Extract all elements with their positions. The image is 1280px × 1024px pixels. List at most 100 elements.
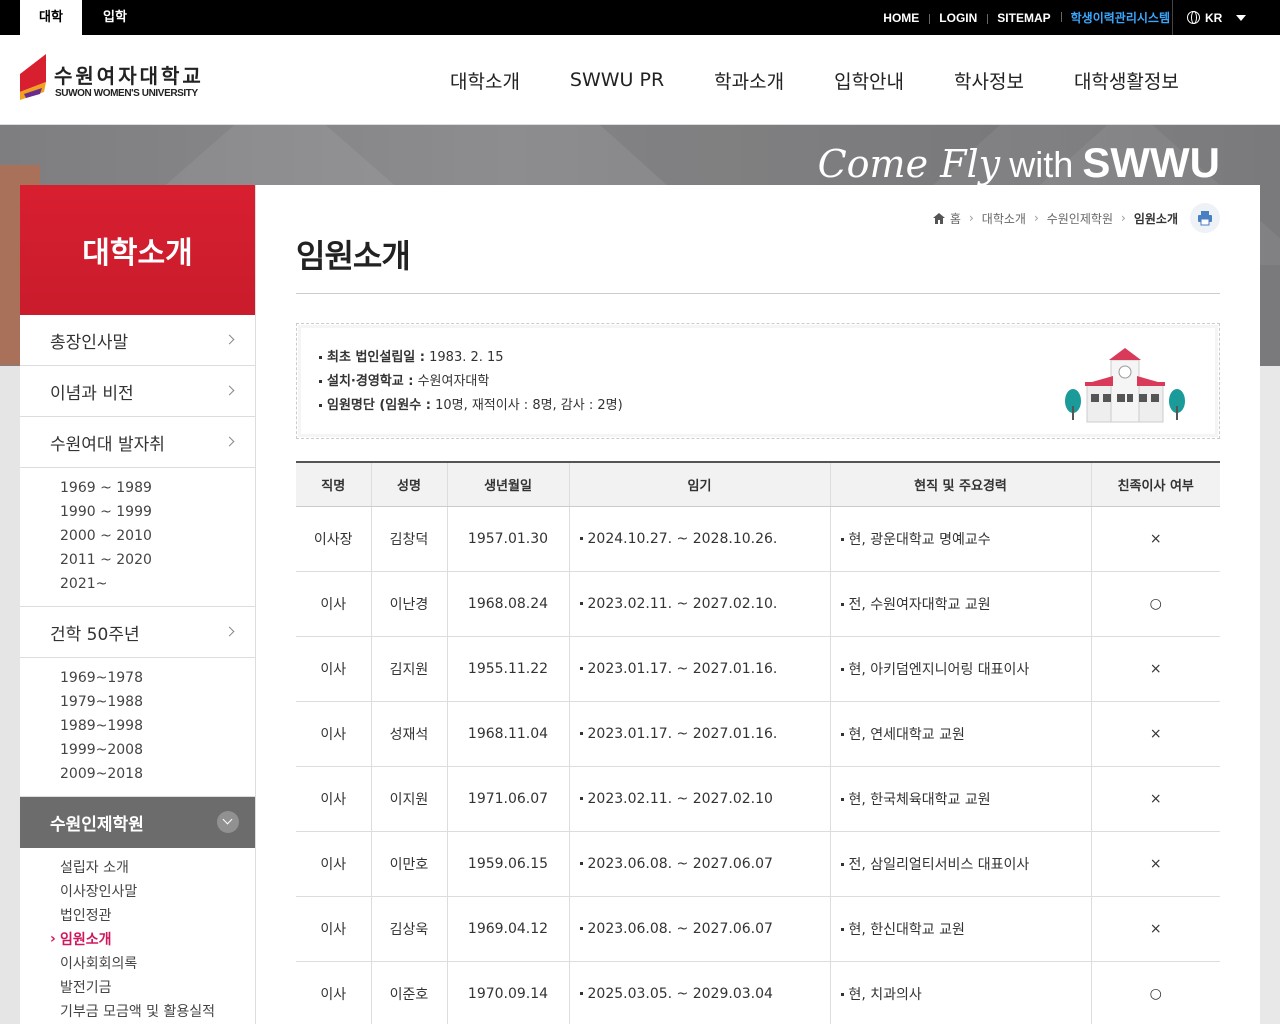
column-header: 성명 xyxy=(370,462,447,507)
career-cell: 전, 삼일리얼티서비스 대표이사 xyxy=(829,831,1091,897)
birthdate-cell: 1968.11.04 xyxy=(446,701,569,767)
career-cell: 현, 치과의사 xyxy=(829,961,1091,1024)
info-label: 임원명단 (임원수 : xyxy=(327,398,431,413)
chevron-right-icon xyxy=(224,334,235,345)
name-cell: 이난경 xyxy=(370,571,447,637)
nav-about[interactable]: 대학소개 xyxy=(425,67,545,94)
student-record-link[interactable]: 학생이력관리시스템 xyxy=(1060,9,1180,26)
sidebar-item-vision[interactable]: 이념과 비전 xyxy=(20,366,255,417)
sidebar-item-50th-anniversary[interactable]: 건학 50주년 xyxy=(20,607,255,658)
home-link[interactable]: HOME xyxy=(873,11,929,25)
column-header: 현직 및 주요경력 xyxy=(829,462,1091,507)
sidebar-item-history[interactable]: 수원여대 발자취 xyxy=(20,417,255,468)
relative-cell: × xyxy=(1090,701,1220,767)
submenu-link[interactable]: 1969~1978 xyxy=(60,666,255,690)
info-item-school: 설치·경영학교 : 수원여자대학 xyxy=(319,370,623,394)
relative-cell: ○ xyxy=(1090,961,1220,1024)
relative-cell: × xyxy=(1090,506,1220,572)
column-header: 직명 xyxy=(296,462,371,507)
submenu-link[interactable]: 2021~ xyxy=(60,572,255,596)
submenu-link[interactable]: 1989~1998 xyxy=(60,714,255,738)
nav-departments[interactable]: 학과소개 xyxy=(689,67,809,94)
name-cell: 김창덕 xyxy=(370,506,447,572)
term-cell: 2025.03.05. ~ 2029.03.04 xyxy=(568,961,830,1024)
table-row: 이사 이준호 1970.09.14 2025.03.05. ~ 2029.03.04 현… xyxy=(296,961,1220,1024)
tab-university[interactable]: 대학 xyxy=(20,0,82,35)
chevron-right-icon xyxy=(224,626,235,637)
relative-cell: × xyxy=(1090,831,1220,897)
submenu-link[interactable]: 1999~2008 xyxy=(60,738,255,762)
name-cell: 이준호 xyxy=(370,961,447,1024)
nav-academic[interactable]: 학사정보 xyxy=(929,67,1049,94)
info-value: 10명, 재적이사 : 8명, 감사 : 2명) xyxy=(435,398,623,413)
breadcrumb-home[interactable]: 홈 xyxy=(950,210,961,227)
submenu-link[interactable]: 법인정관 xyxy=(60,904,255,928)
table-row: 이사 이난경 1968.08.24 2023.02.11. ~ 2027.02.10.… xyxy=(296,571,1220,637)
term-cell: 2023.06.08. ~ 2027.06.07 xyxy=(568,896,830,962)
breadcrumb-separator-icon: › xyxy=(1121,211,1126,225)
submenu-link[interactable]: 기부금 모금액 및 활용실적 xyxy=(60,1000,255,1024)
foundation-submenu: 설립자 소개 이사장인사말 법인정관 임원소개 이사회회의록 발전기금 기부금 … xyxy=(20,848,255,1024)
info-label: 설치·경영학교 : xyxy=(327,374,414,389)
submenu-link[interactable]: 2011 ~ 2020 xyxy=(60,548,255,572)
relative-cell: × xyxy=(1090,766,1220,832)
sidebar: 대학소개 총장인사말 이념과 비전 수원여대 발자취 1969 ~ 1989 1… xyxy=(20,185,256,1024)
term-cell: 2023.02.11. ~ 2027.02.10 xyxy=(568,766,830,832)
name-cell: 이지원 xyxy=(370,766,447,832)
position-cell: 이사 xyxy=(296,896,371,962)
breadcrumb-foundation[interactable]: 수원인제학원 xyxy=(1047,210,1113,227)
anniversary-submenu: 1969~1978 1979~1988 1989~1998 1999~2008 … xyxy=(20,658,255,797)
term-cell: 2023.02.11. ~ 2027.02.10. xyxy=(568,571,830,637)
logo-korean-text: 수원여자대학교 xyxy=(54,64,204,88)
sidebar-item-label: 이념과 비전 xyxy=(50,383,134,404)
submenu-link[interactable]: 1969 ~ 1989 xyxy=(60,476,255,500)
position-cell: 이사 xyxy=(296,961,371,1024)
table-row: 이사 김상욱 1969.04.12 2023.06.08. ~ 2027.06.07 현… xyxy=(296,896,1220,962)
table-row: 이사 이지원 1971.06.07 2023.02.11. ~ 2027.02.10 현… xyxy=(296,766,1220,832)
submenu-link[interactable]: 1979~1988 xyxy=(60,690,255,714)
main-content: 홈 › 대학소개 › 수원인제학원 › 임원소개 임원소개 최초 법인설립일 :… xyxy=(256,185,1260,1024)
breadcrumb-about[interactable]: 대학소개 xyxy=(982,210,1026,227)
tab-admission[interactable]: 입학 xyxy=(86,0,144,35)
submenu-link[interactable]: 설립자 소개 xyxy=(60,856,255,880)
slogan-brand: SWWU xyxy=(1082,139,1220,186)
logo-english-text: SUWON WOMEN'S UNIVERSITY xyxy=(55,88,198,99)
column-header: 생년월일 xyxy=(446,462,569,507)
birthdate-cell: 1971.06.07 xyxy=(446,766,569,832)
nav-campus-life[interactable]: 대학생활정보 xyxy=(1049,67,1204,94)
table-row: 이사 성재석 1968.11.04 2023.01.17. ~ 2027.01.16.… xyxy=(296,701,1220,767)
career-cell: 현, 아키덤엔지니어링 대표이사 xyxy=(829,636,1091,702)
logo-mark-icon xyxy=(20,54,46,100)
nav-admission[interactable]: 입학안내 xyxy=(809,67,929,94)
relative-cell: ○ xyxy=(1090,571,1220,637)
submenu-link[interactable]: 이사회회의록 xyxy=(60,952,255,976)
sitemap-link[interactable]: SITEMAP xyxy=(987,11,1060,25)
name-cell: 성재석 xyxy=(370,701,447,767)
submenu-link[interactable]: 이사장인사말 xyxy=(60,880,255,904)
language-selector[interactable]: KR xyxy=(1172,0,1260,35)
top-utility-bar: 대학 입학 HOME LOGIN SITEMAP 학생이력관리시스템 KR xyxy=(0,0,1280,35)
submenu-link[interactable]: 1990 ~ 1999 xyxy=(60,500,255,524)
position-cell: 이사 xyxy=(296,636,371,702)
relative-cell: × xyxy=(1090,636,1220,702)
column-header: 친족이사 여부 xyxy=(1090,462,1220,507)
university-logo[interactable]: 수원여자대학교 SUWON WOMEN'S UNIVERSITY xyxy=(20,54,210,104)
slogan-with: with xyxy=(1009,144,1074,185)
submenu-link[interactable]: 2000 ~ 2010 xyxy=(60,524,255,548)
submenu-link[interactable]: 2009~2018 xyxy=(60,762,255,786)
career-cell: 전, 수원여자대학교 교원 xyxy=(829,571,1091,637)
sidebar-item-president-greeting[interactable]: 총장인사말 xyxy=(20,315,255,366)
globe-icon xyxy=(1187,11,1200,24)
submenu-link[interactable]: 발전기금 xyxy=(60,976,255,1000)
birthdate-cell: 1955.11.22 xyxy=(446,636,569,702)
login-link[interactable]: LOGIN xyxy=(929,11,987,25)
table-header-row: 직명 성명 생년월일 임기 현직 및 주요경력 친족이사 여부 xyxy=(296,462,1220,507)
sidebar-item-foundation[interactable]: 수원인제학원 xyxy=(20,797,255,848)
submenu-link-current[interactable]: 임원소개 xyxy=(50,927,255,952)
nav-pr[interactable]: SWWU PR xyxy=(545,69,689,91)
birthdate-cell: 1957.01.30 xyxy=(446,506,569,572)
print-button[interactable] xyxy=(1190,203,1220,233)
birthdate-cell: 1970.09.14 xyxy=(446,961,569,1024)
relative-cell: × xyxy=(1090,896,1220,962)
career-cell: 현, 광운대학교 명예교수 xyxy=(829,506,1091,572)
